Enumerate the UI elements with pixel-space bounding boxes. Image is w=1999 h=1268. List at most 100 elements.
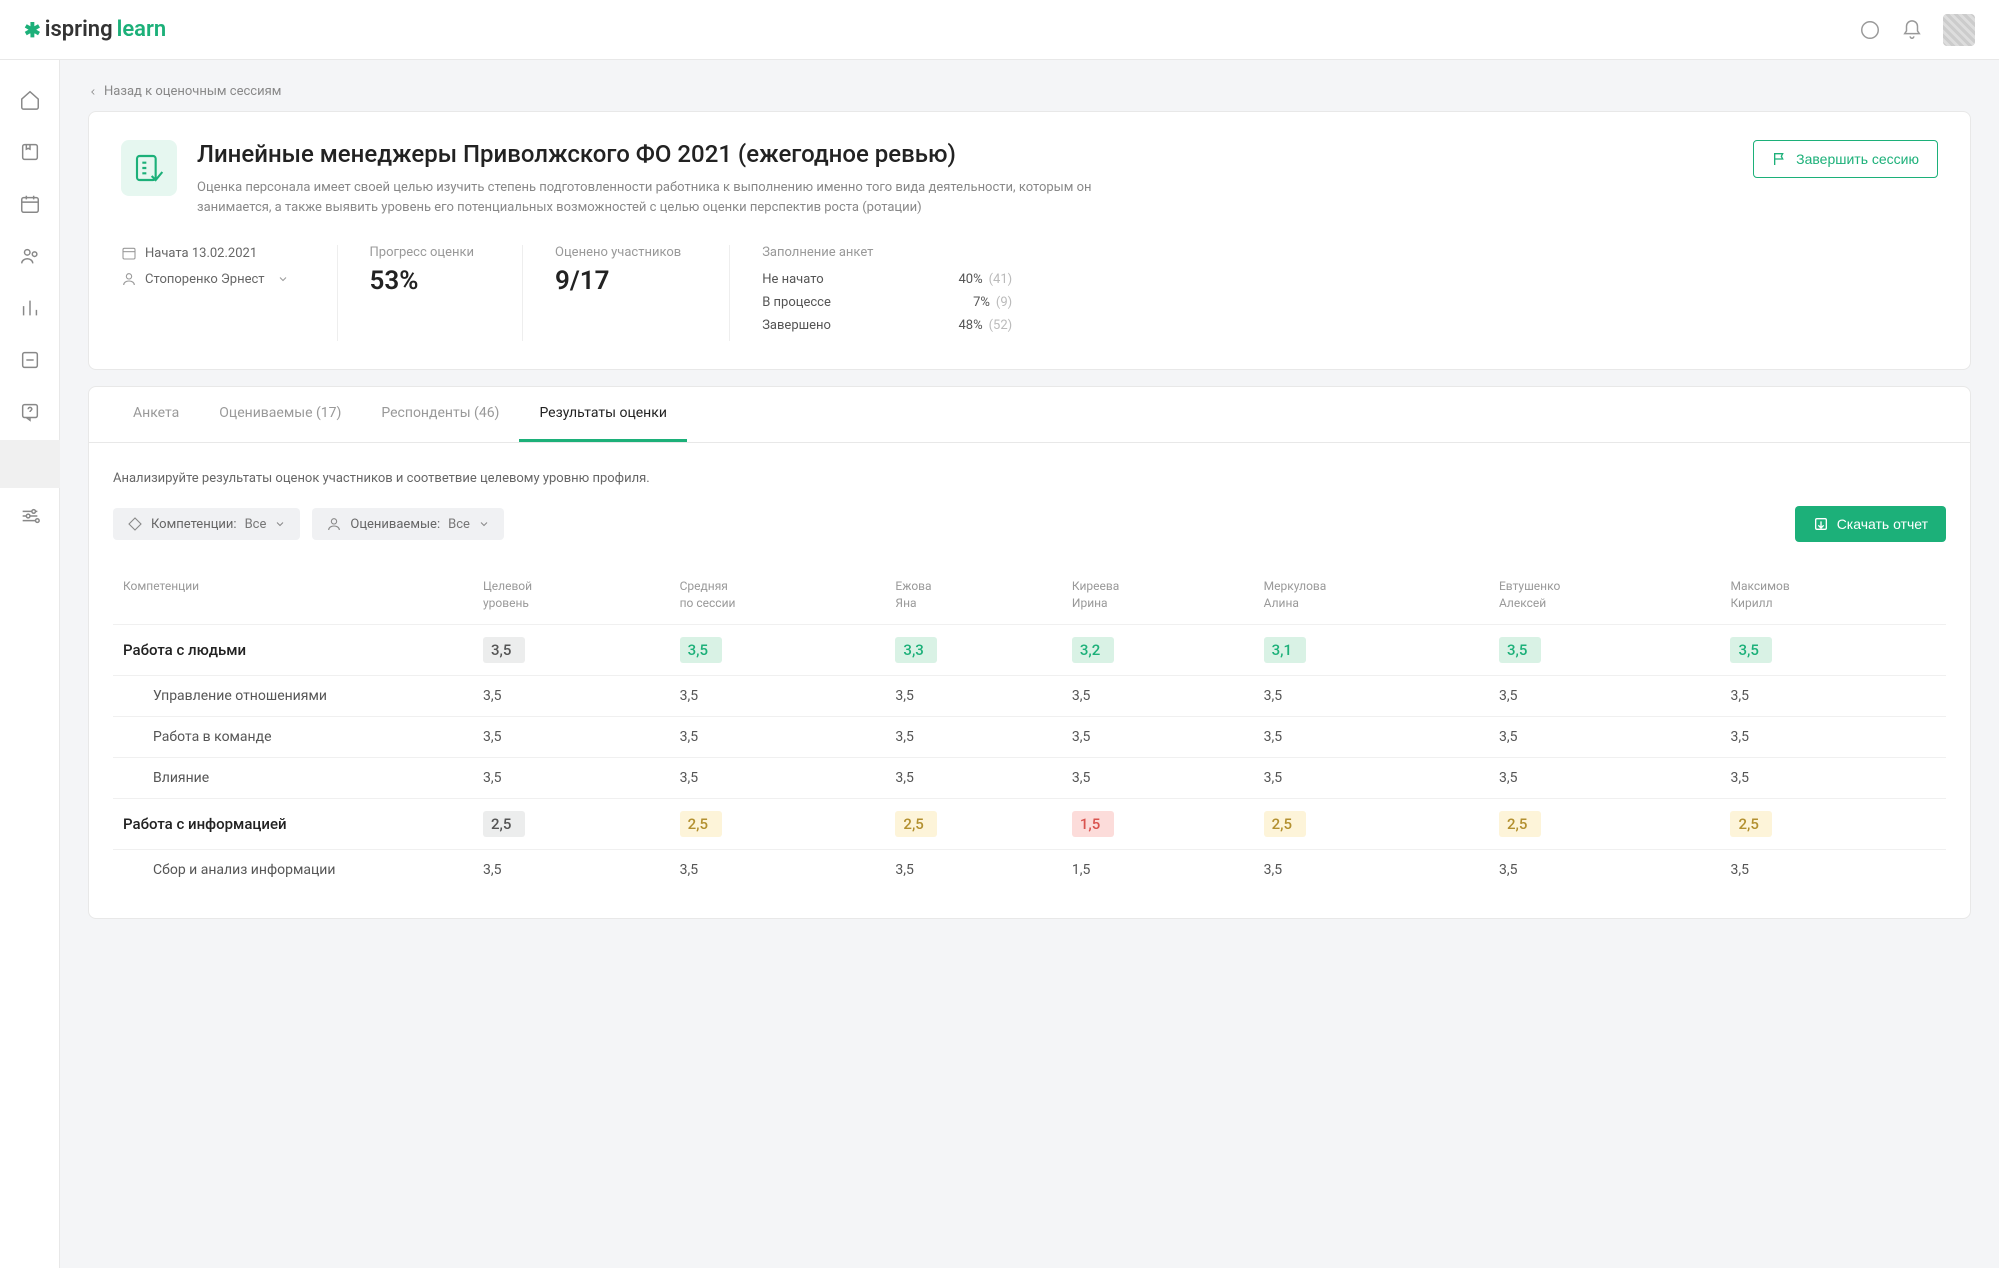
owner-name: Стопоренко Эрнест	[145, 272, 265, 287]
score-cell: 3,5	[1489, 757, 1721, 798]
score-cell: 3,5	[885, 757, 1061, 798]
session-title: Линейные менеджеры Приволжского ФО 2021 …	[197, 140, 1733, 168]
complete-session-label: Завершить сессию	[1796, 151, 1919, 167]
sidebar-people[interactable]	[0, 232, 60, 280]
back-label: Назад к оценочным сессиям	[104, 84, 281, 99]
score-cell: 1,5	[1062, 849, 1254, 890]
session-icon	[121, 140, 177, 196]
score-cell: 3,5	[1062, 757, 1254, 798]
column-header: Средняяпо сессии	[670, 566, 886, 624]
header-actions	[1859, 14, 1975, 46]
score-cell: 3,5	[885, 716, 1061, 757]
score-cell: 3,5	[670, 849, 886, 890]
sidebar-active-blank[interactable]	[0, 440, 60, 488]
sidebar	[0, 60, 60, 1268]
score-cell: 3,5	[670, 757, 886, 798]
tabs: АнкетаОцениваемые (17)Респонденты (46)Ре…	[89, 387, 1970, 443]
tab[interactable]: Респонденты (46)	[361, 387, 519, 442]
score-cell: 2,5	[670, 798, 886, 849]
score-cell: 1,5	[1062, 798, 1254, 849]
sidebar-calendar[interactable]	[0, 180, 60, 228]
score-cell: 3,5	[1254, 675, 1489, 716]
chevron-down-icon	[478, 518, 490, 530]
row-name: Сбор и анализ информации	[113, 849, 473, 890]
survey-row-count: (52)	[989, 318, 1013, 333]
row-name: Работа с информацией	[113, 798, 473, 849]
row-name: Влияние	[113, 757, 473, 798]
row-name: Работа в команде	[113, 716, 473, 757]
filter-competencies[interactable]: Компетенции: Все	[113, 508, 300, 540]
download-label: Скачать отчет	[1837, 516, 1928, 532]
main-content: Назад к оценочным сессиям Линейные менед…	[60, 60, 1999, 1268]
score-cell: 3,5	[885, 849, 1061, 890]
bell-icon[interactable]	[1901, 19, 1923, 41]
column-header: МаксимовКирилл	[1720, 566, 1946, 624]
complete-session-button[interactable]: Завершить сессию	[1753, 140, 1938, 178]
back-link[interactable]: Назад к оценочным сессиям	[88, 84, 1971, 99]
table-row: Управление отношениями3,53,53,53,53,53,5…	[113, 675, 1946, 716]
chat-icon[interactable]	[1859, 19, 1881, 41]
started-date-label: Начата 13.02.2021	[145, 246, 257, 261]
progress-value: 53%	[370, 266, 475, 296]
survey-row-count: (41)	[989, 272, 1013, 287]
score-cell: 3,5	[473, 624, 670, 675]
score-cell: 3,5	[1062, 675, 1254, 716]
download-report-button[interactable]: Скачать отчет	[1795, 506, 1946, 542]
sidebar-reports[interactable]	[0, 284, 60, 332]
sidebar-settings[interactable]	[0, 492, 60, 540]
owner-selector[interactable]: Стопоренко Эрнест	[121, 271, 289, 287]
session-card: Линейные менеджеры Приволжского ФО 2021 …	[88, 111, 1971, 370]
diamond-icon	[127, 516, 143, 532]
score-cell: 3,5	[1720, 757, 1946, 798]
progress-label: Прогресс оценки	[370, 245, 475, 260]
person-icon	[326, 516, 342, 532]
column-header: Компетенции	[113, 566, 473, 624]
score-cell: 3,5	[1489, 849, 1721, 890]
survey-row-pct: 7%	[973, 295, 990, 310]
score-cell: 3,1	[1254, 624, 1489, 675]
column-header: МеркуловаАлина	[1254, 566, 1489, 624]
sidebar-courses[interactable]	[0, 128, 60, 176]
row-name: Управление отношениями	[113, 675, 473, 716]
survey-label: Заполнение анкет	[762, 245, 1890, 260]
column-header: ЕвтушенкоАлексей	[1489, 566, 1721, 624]
score-cell: 3,5	[1720, 675, 1946, 716]
column-header: Целевойуровень	[473, 566, 670, 624]
logo[interactable]: ✱ ispring learn	[24, 17, 166, 42]
evaluated-value: 9/17	[555, 266, 681, 296]
score-cell: 3,2	[1062, 624, 1254, 675]
tab[interactable]: Оцениваемые (17)	[199, 387, 361, 442]
logo-icon: ✱	[24, 18, 41, 42]
survey-row-pct: 48%	[958, 318, 982, 333]
calendar-icon	[121, 245, 137, 261]
top-header: ✱ ispring learn	[0, 0, 1999, 60]
tab[interactable]: Результаты оценки	[519, 387, 686, 442]
score-cell: 2,5	[1489, 798, 1721, 849]
avatar[interactable]	[1943, 14, 1975, 46]
column-header: ЕжоваЯна	[885, 566, 1061, 624]
sidebar-home[interactable]	[0, 76, 60, 124]
score-cell: 3,5	[473, 849, 670, 890]
survey-row-label: Завершено	[762, 318, 831, 333]
table-row: Сбор и анализ информации3,53,53,51,53,53…	[113, 849, 1946, 890]
score-cell: 3,3	[885, 624, 1061, 675]
evaluated-label: Оценено участников	[555, 245, 681, 260]
results-table: КомпетенцииЦелевойуровеньСредняяпо сесси…	[113, 566, 1946, 890]
table-row: Влияние3,53,53,53,53,53,53,5	[113, 757, 1946, 798]
chevron-down-icon	[277, 273, 289, 285]
sidebar-archive[interactable]	[0, 336, 60, 384]
tabs-card: АнкетаОцениваемые (17)Респонденты (46)Ре…	[88, 386, 1971, 919]
score-cell: 3,5	[885, 675, 1061, 716]
score-cell: 2,5	[885, 798, 1061, 849]
survey-row-label: Не начато	[762, 272, 823, 287]
score-cell: 2,5	[1720, 798, 1946, 849]
score-cell: 3,5	[1720, 716, 1946, 757]
score-cell: 3,5	[1489, 716, 1721, 757]
logo-text-2: learn	[117, 17, 167, 42]
score-cell: 2,5	[1254, 798, 1489, 849]
score-cell: 3,5	[473, 716, 670, 757]
sidebar-help[interactable]	[0, 388, 60, 436]
filter-evaluees[interactable]: Оцениваемые: Все	[312, 508, 504, 540]
tab[interactable]: Анкета	[113, 387, 199, 442]
results-description: Анализируйте результаты оценок участнико…	[113, 471, 1946, 486]
